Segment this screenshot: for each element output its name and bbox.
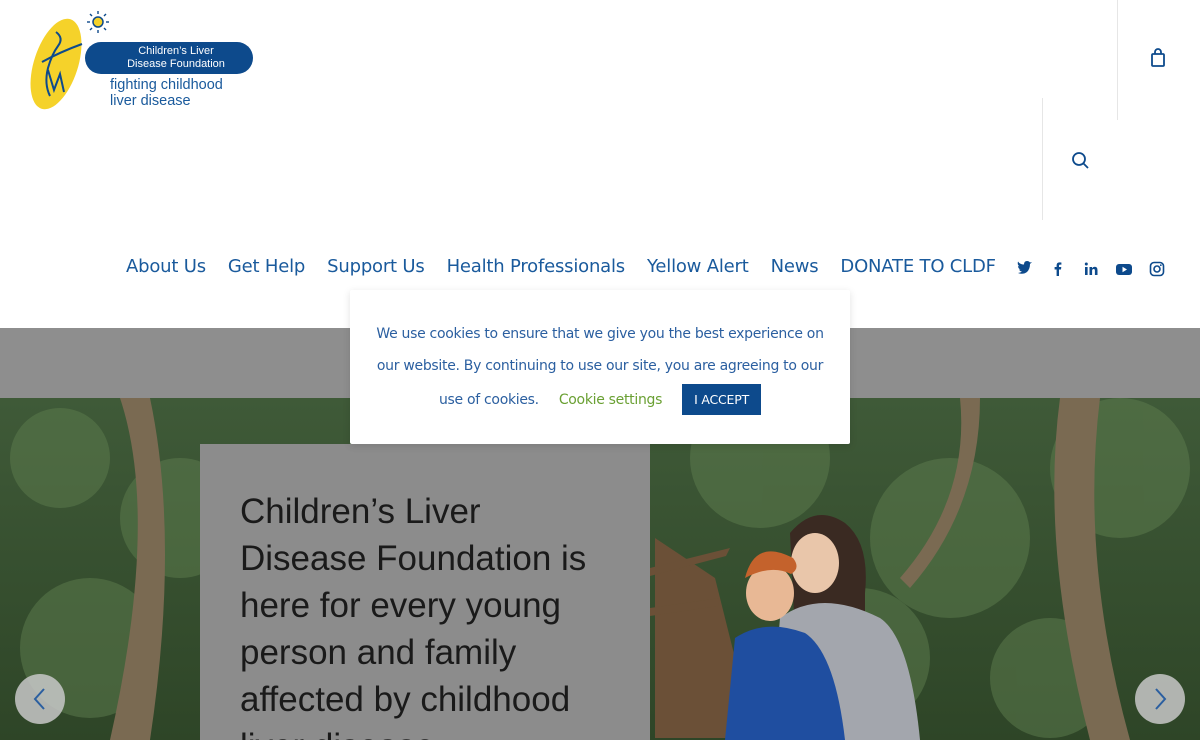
- accept-cookies-button[interactable]: I ACCEPT: [682, 384, 762, 415]
- cookie-settings-link[interactable]: Cookie settings: [559, 392, 663, 408]
- cookie-actions: use of cookies. Cookie settings I ACCEPT: [376, 384, 824, 415]
- youtube-icon[interactable]: [1113, 258, 1135, 280]
- hero-heading-line: liver disease: [240, 727, 435, 740]
- cookie-banner: We use cookies to ensure that we give yo…: [350, 290, 850, 444]
- twitter-icon[interactable]: [1014, 258, 1036, 280]
- slider-prev-button[interactable]: [15, 674, 65, 724]
- nav-item-support-us[interactable]: Support Us: [327, 256, 425, 282]
- main-nav: About Us Get Help Support Us Health Prof…: [126, 256, 1018, 282]
- logo-tagline: fighting childhood liver disease: [110, 77, 250, 109]
- social-links: [1014, 258, 1179, 280]
- chevron-right-icon: [1155, 688, 1167, 710]
- hero-heading-line: affected by childhood: [240, 680, 571, 719]
- hero-heading-line: here for every young: [240, 586, 562, 625]
- chevron-left-icon: [33, 688, 45, 710]
- logo-name-line1: Children’s Liver: [138, 45, 214, 57]
- cookie-text-line3: use of cookies.: [438, 391, 539, 408]
- nav-item-about-us[interactable]: About Us: [126, 256, 206, 282]
- logo-tag-line1: fighting childhood: [110, 77, 223, 93]
- hero-heading-line: person and family: [240, 633, 517, 672]
- facebook-icon[interactable]: [1047, 258, 1069, 280]
- search-icon[interactable]: [1069, 149, 1091, 171]
- logo-tag-line2: liver disease: [110, 93, 191, 109]
- cookie-text-line2: our website. By continuing to use our si…: [376, 358, 824, 374]
- nav-item-donate[interactable]: DONATE TO CLDF: [840, 256, 996, 282]
- hero-heading: Children’s Liver Disease Foundation is h…: [240, 488, 610, 740]
- nav-item-yellow-alert[interactable]: Yellow Alert: [647, 256, 749, 282]
- cookie-text-line1: We use cookies to ensure that we give yo…: [376, 326, 824, 342]
- hero-slider: Children’s Liver Disease Foundation is h…: [0, 398, 1200, 740]
- site-header: Children’s Liver Disease Foundation figh…: [0, 0, 1200, 328]
- shopping-bag-icon[interactable]: [1147, 47, 1169, 69]
- hero-text-panel: Children’s Liver Disease Foundation is h…: [200, 444, 650, 740]
- hero-heading-line: Disease Foundation is: [240, 539, 587, 578]
- instagram-icon[interactable]: [1146, 258, 1168, 280]
- slider-next-button[interactable]: [1135, 674, 1185, 724]
- linkedin-icon[interactable]: [1080, 258, 1102, 280]
- divider: [1042, 98, 1043, 220]
- nav-item-get-help[interactable]: Get Help: [228, 256, 305, 282]
- nav-item-news[interactable]: News: [771, 256, 819, 282]
- site-logo[interactable]: Children’s Liver Disease Foundation figh…: [26, 10, 256, 114]
- divider: [1117, 0, 1118, 120]
- hero-heading-line: Children’s Liver: [240, 492, 481, 531]
- logo-name: Children’s Liver Disease Foundation: [85, 42, 253, 74]
- logo-name-line2: Disease Foundation: [127, 58, 225, 70]
- nav-item-health-professionals[interactable]: Health Professionals: [447, 256, 626, 282]
